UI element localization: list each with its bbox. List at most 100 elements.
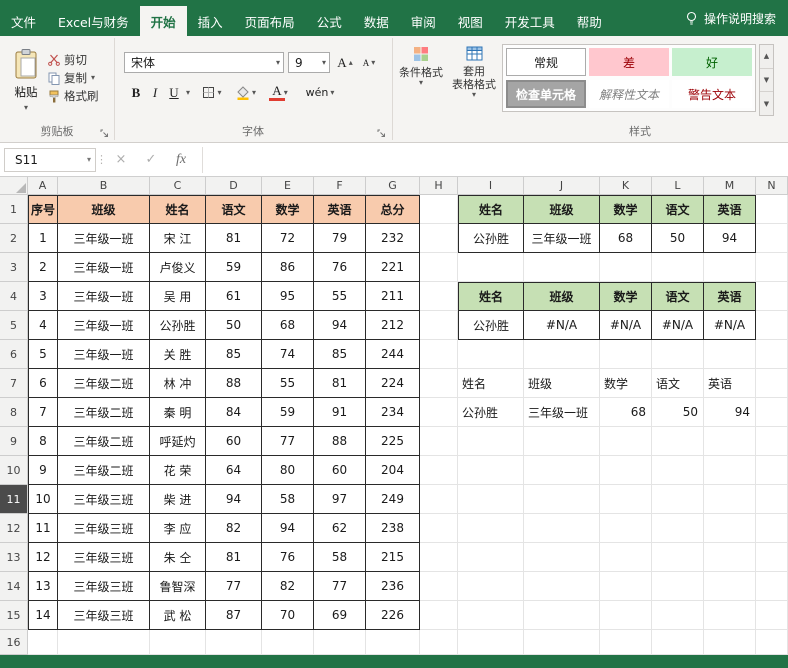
cell-K16[interactable]: [600, 630, 652, 655]
cell-I7[interactable]: 姓名: [458, 369, 524, 398]
cell-A13[interactable]: 12: [28, 543, 58, 572]
cell-F6[interactable]: 85: [314, 340, 366, 369]
cell-I13[interactable]: [458, 543, 524, 572]
conditional-formatting-button[interactable]: 条件格式 ▾: [396, 46, 446, 87]
cell-M1[interactable]: 英语: [704, 195, 756, 224]
cell-A3[interactable]: 2: [28, 253, 58, 282]
cell-K14[interactable]: [600, 572, 652, 601]
font-size-select[interactable]: 9 ▾: [288, 52, 330, 73]
underline-button[interactable]: U: [166, 82, 182, 103]
font-dialog-launcher[interactable]: [377, 129, 386, 138]
cell-G14[interactable]: 236: [366, 572, 420, 601]
row-header-1[interactable]: 1: [0, 195, 28, 224]
cell-style-bad[interactable]: 差: [589, 48, 669, 76]
cell-M13[interactable]: [704, 543, 756, 572]
cell-L5[interactable]: #N/A: [652, 311, 704, 340]
cell-J4[interactable]: 班级: [524, 282, 600, 311]
cell-A15[interactable]: 14: [28, 601, 58, 630]
cell-N6[interactable]: [756, 340, 788, 369]
cell-C5[interactable]: 公孙胜: [150, 311, 206, 340]
cell-A10[interactable]: 9: [28, 456, 58, 485]
cell-J7[interactable]: 班级: [524, 369, 600, 398]
cell-E16[interactable]: [262, 630, 314, 655]
row-header-10[interactable]: 10: [0, 456, 28, 485]
cell-F7[interactable]: 81: [314, 369, 366, 398]
cell-L4[interactable]: 语文: [652, 282, 704, 311]
bold-button[interactable]: B: [127, 82, 145, 103]
cell-K7[interactable]: 数学: [600, 369, 652, 398]
confirm-entry-button[interactable]: ✓: [136, 148, 166, 172]
cell-K1[interactable]: 数学: [600, 195, 652, 224]
cell-K8[interactable]: 68: [600, 398, 652, 427]
cell-D12[interactable]: 82: [206, 514, 262, 543]
cell-H7[interactable]: [420, 369, 458, 398]
cell-I2[interactable]: 公孙胜: [458, 224, 524, 253]
cell-E12[interactable]: 94: [262, 514, 314, 543]
cell-K12[interactable]: [600, 514, 652, 543]
cell-B16[interactable]: [58, 630, 150, 655]
cell-C3[interactable]: 卢俊义: [150, 253, 206, 282]
cell-L15[interactable]: [652, 601, 704, 630]
column-header-L[interactable]: L: [652, 177, 704, 195]
cell-M15[interactable]: [704, 601, 756, 630]
cell-K6[interactable]: [600, 340, 652, 369]
phonetic-guide-button[interactable]: wén ▾: [300, 82, 340, 103]
cell-E7[interactable]: 55: [262, 369, 314, 398]
cell-style-explanatory[interactable]: 解释性文本: [589, 80, 669, 108]
cell-B14[interactable]: 三年级三班: [58, 572, 150, 601]
cell-F12[interactable]: 62: [314, 514, 366, 543]
cell-F13[interactable]: 58: [314, 543, 366, 572]
name-box[interactable]: S11 ▾: [4, 147, 96, 172]
cell-B7[interactable]: 三年级二班: [58, 369, 150, 398]
row-header-15[interactable]: 15: [0, 601, 28, 630]
fill-color-button[interactable]: ▾: [231, 82, 261, 103]
cell-E8[interactable]: 59: [262, 398, 314, 427]
cell-I14[interactable]: [458, 572, 524, 601]
cell-E14[interactable]: 82: [262, 572, 314, 601]
cell-N14[interactable]: [756, 572, 788, 601]
cell-I12[interactable]: [458, 514, 524, 543]
cell-L13[interactable]: [652, 543, 704, 572]
cell-F14[interactable]: 77: [314, 572, 366, 601]
cell-I1[interactable]: 姓名: [458, 195, 524, 224]
clipboard-dialog-launcher[interactable]: [100, 129, 109, 138]
cell-H5[interactable]: [420, 311, 458, 340]
tell-me-search[interactable]: 操作说明搜索: [685, 0, 776, 36]
cell-D4[interactable]: 61: [206, 282, 262, 311]
column-header-E[interactable]: E: [262, 177, 314, 195]
ribbon-tab-页面布局[interactable]: 页面布局: [234, 6, 306, 36]
cell-style-good[interactable]: 好: [672, 48, 752, 76]
column-header-M[interactable]: M: [704, 177, 756, 195]
cell-N4[interactable]: [756, 282, 788, 311]
cell-L3[interactable]: [652, 253, 704, 282]
row-header-4[interactable]: 4: [0, 282, 28, 311]
cell-L14[interactable]: [652, 572, 704, 601]
cell-I11[interactable]: [458, 485, 524, 514]
cell-N15[interactable]: [756, 601, 788, 630]
cell-F11[interactable]: 97: [314, 485, 366, 514]
cell-H10[interactable]: [420, 456, 458, 485]
cell-I15[interactable]: [458, 601, 524, 630]
cell-G16[interactable]: [366, 630, 420, 655]
cell-H1[interactable]: [420, 195, 458, 224]
cell-D9[interactable]: 60: [206, 427, 262, 456]
paste-button[interactable]: 粘贴 ▾: [5, 48, 47, 112]
cell-D2[interactable]: 81: [206, 224, 262, 253]
cell-J6[interactable]: [524, 340, 600, 369]
cell-G8[interactable]: 234: [366, 398, 420, 427]
cell-N16[interactable]: [756, 630, 788, 655]
cell-D15[interactable]: 87: [206, 601, 262, 630]
cell-N12[interactable]: [756, 514, 788, 543]
cell-K13[interactable]: [600, 543, 652, 572]
cell-E15[interactable]: 70: [262, 601, 314, 630]
cell-C14[interactable]: 鲁智深: [150, 572, 206, 601]
font-name-select[interactable]: 宋体 ▾: [124, 52, 284, 73]
cell-M5[interactable]: #N/A: [704, 311, 756, 340]
cell-D10[interactable]: 64: [206, 456, 262, 485]
cell-A1[interactable]: 序号: [28, 195, 58, 224]
column-header-F[interactable]: F: [314, 177, 366, 195]
cell-J9[interactable]: [524, 427, 600, 456]
cell-F5[interactable]: 94: [314, 311, 366, 340]
cell-E4[interactable]: 95: [262, 282, 314, 311]
cell-I4[interactable]: 姓名: [458, 282, 524, 311]
